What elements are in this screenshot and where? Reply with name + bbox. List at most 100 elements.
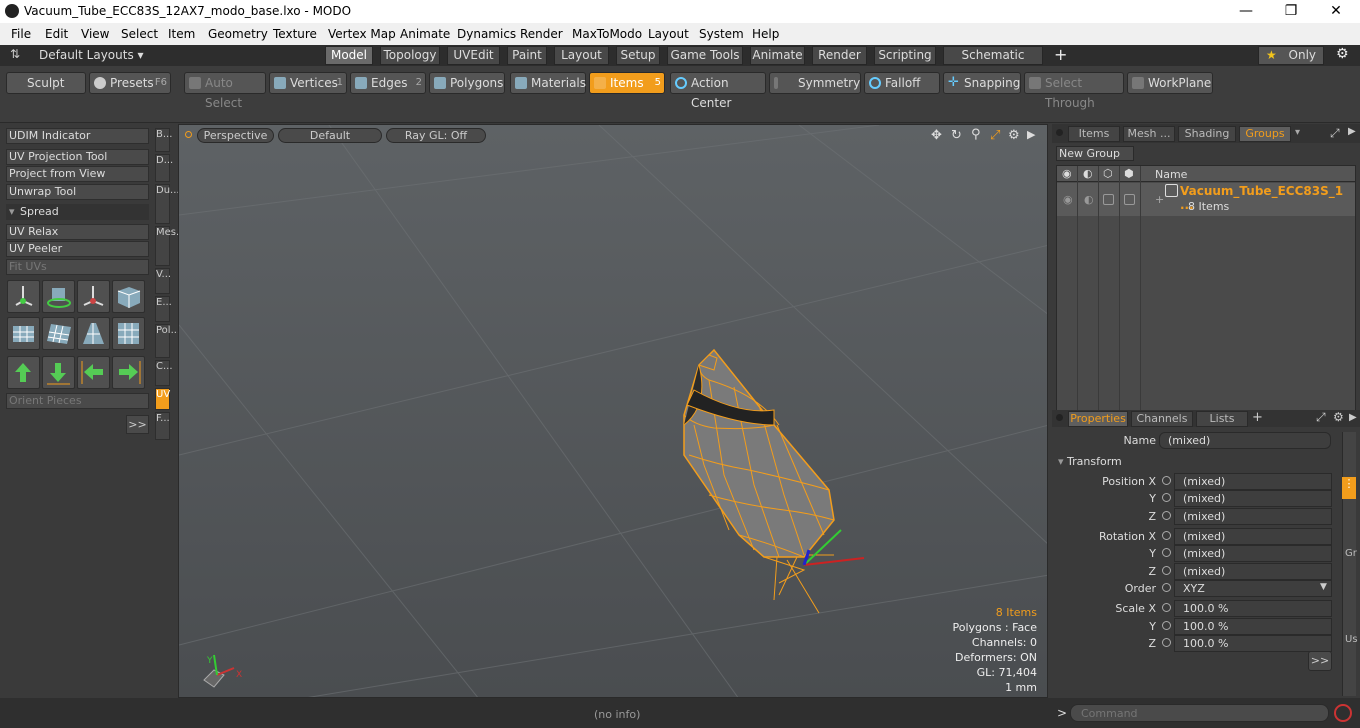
arrow-down-icon[interactable] [42, 356, 75, 389]
uv-move-icon[interactable] [77, 280, 110, 313]
maximize-button[interactable]: ❐ [1268, 0, 1314, 23]
select-through-button[interactable]: Select Through [1024, 72, 1124, 110]
uv-grid-icon[interactable] [42, 317, 75, 350]
menu-item[interactable]: Item [168, 27, 195, 41]
scale-x-key-icon[interactable] [1162, 603, 1171, 612]
order-dropdown[interactable]: XYZ [1174, 580, 1332, 597]
rotation-x-key-icon[interactable] [1162, 531, 1171, 540]
project-from-view-button[interactable]: Project from View [6, 166, 149, 182]
props-gear-icon[interactable]: ⚙ [1333, 410, 1344, 424]
vacuum-tube-model[interactable] [683, 348, 865, 614]
uv-spherical-icon[interactable] [112, 317, 145, 350]
uv-planar-icon[interactable] [77, 317, 110, 350]
minimize-button[interactable]: — [1223, 0, 1269, 23]
vertices-button[interactable]: Vertices 1 [269, 72, 347, 94]
menu-vertex-map[interactable]: Vertex Map [328, 27, 396, 41]
menu-edit[interactable]: Edit [45, 27, 68, 41]
menu-select[interactable]: Select [121, 27, 158, 41]
tab-lists[interactable]: Lists [1196, 411, 1248, 427]
position-y-field[interactable]: (mixed) [1174, 490, 1332, 507]
vtab-e[interactable]: E... [155, 296, 172, 322]
menu-dynamics[interactable]: Dynamics [457, 27, 516, 41]
tab-setup[interactable]: Setup [616, 46, 660, 65]
materials-button[interactable]: Materials [510, 72, 586, 94]
position-x-key-icon[interactable] [1162, 476, 1171, 485]
tab-topology[interactable]: Topology [380, 46, 440, 65]
props-side-tab-active[interactable]: ⋮ [1342, 477, 1356, 499]
menu-texture[interactable]: Texture [273, 27, 317, 41]
items-button[interactable]: Items 5 [589, 72, 665, 94]
tab-schematic-fusion[interactable]: Schematic Fusion [943, 46, 1043, 79]
default-layouts-dropdown[interactable]: Default Layouts ▾ [39, 48, 144, 62]
layout-arrow-icon[interactable]: ⇅ [10, 47, 20, 61]
uv-cylinder-icon[interactable] [7, 317, 40, 350]
sculpt-button[interactable]: Sculpt [6, 72, 86, 94]
rotation-z-field[interactable]: (mixed) [1174, 563, 1332, 580]
panel-maximize-icon[interactable]: ⤢ [1330, 126, 1340, 141]
gear-icon[interactable]: ⚙ [1336, 46, 1349, 62]
command-input[interactable] [1070, 704, 1329, 722]
uv-transform-icon[interactable] [7, 280, 40, 313]
uv-projection-tool-button[interactable]: UV Projection Tool [6, 149, 149, 165]
polygons-button[interactable]: Polygons [429, 72, 505, 94]
scale-y-field[interactable]: 100.0 % [1174, 618, 1332, 635]
menu-view[interactable]: View [81, 27, 109, 41]
props-maximize-icon[interactable]: ⤢ [1316, 410, 1326, 425]
row-select-checkbox[interactable] [1124, 194, 1135, 205]
rotate-view-icon[interactable]: ↻ [951, 128, 962, 143]
menu-render[interactable]: Render [520, 27, 563, 41]
menu-file[interactable]: File [11, 27, 31, 41]
vtab-pol[interactable]: Pol... [155, 324, 180, 358]
scale-z-field[interactable]: 100.0 % [1174, 635, 1332, 652]
scale-y-key-icon[interactable] [1162, 621, 1171, 630]
menu-help[interactable]: Help [752, 27, 779, 41]
zoom-view-icon[interactable]: ⚲ [971, 127, 981, 142]
panel-dot-icon[interactable] [1056, 129, 1063, 136]
rotation-y-key-icon[interactable] [1162, 548, 1171, 557]
vtab-du[interactable]: Du... [155, 184, 180, 224]
tab-mesh[interactable]: Mesh ... [1123, 126, 1175, 142]
falloff-button[interactable]: Falloff [864, 72, 940, 94]
expand-more-button[interactable]: >> [126, 415, 149, 434]
scale-z-key-icon[interactable] [1162, 638, 1171, 647]
menu-system[interactable]: System [699, 27, 744, 41]
close-button[interactable]: ✕ [1313, 0, 1359, 23]
tab-shading[interactable]: Shading [1178, 126, 1236, 142]
udim-indicator-button[interactable]: UDIM Indicator [6, 128, 149, 144]
unwrap-tool-button[interactable]: Unwrap Tool [6, 184, 149, 200]
rotation-z-key-icon[interactable] [1162, 566, 1171, 575]
row-render-checkbox[interactable] [1103, 194, 1114, 205]
menu-layout[interactable]: Layout [648, 27, 689, 41]
move-view-icon[interactable]: ✥ [931, 128, 942, 143]
position-z-key-icon[interactable] [1162, 511, 1171, 520]
tabs-dropdown-icon[interactable]: ▾ [1295, 127, 1300, 138]
viewport-gear-icon[interactable]: ⚙ [1008, 128, 1020, 143]
props-expand-icon[interactable]: ▶ [1349, 412, 1357, 423]
add-tab-icon[interactable]: + [1252, 410, 1263, 425]
name-field[interactable]: (mixed) [1159, 432, 1331, 449]
panel-expand-icon[interactable]: ▶ [1348, 126, 1356, 137]
record-macro-icon[interactable] [1334, 704, 1352, 722]
scale-x-field[interactable]: 100.0 % [1174, 600, 1332, 617]
only-toggle[interactable]: ★ Only [1258, 46, 1324, 65]
menu-animate[interactable]: Animate [400, 27, 450, 41]
expand-plus-icon[interactable]: + [1155, 193, 1164, 206]
rotation-y-field[interactable]: (mixed) [1174, 545, 1332, 562]
orient-pieces-button[interactable]: Orient Pieces [6, 393, 149, 409]
transform-section-header[interactable]: ▾ Transform [1058, 455, 1122, 468]
vtab-mes[interactable]: Mes... [155, 226, 186, 266]
spread-section-header[interactable]: ▾ Spread [6, 204, 149, 220]
fit-uvs-button[interactable]: Fit UVs [6, 259, 149, 275]
snapping-button[interactable]: ✛ Snapping [943, 72, 1021, 94]
uv-peeler-button[interactable]: UV Peeler [6, 241, 149, 257]
presets-button[interactable]: Presets F6 [89, 72, 171, 94]
tab-model[interactable]: Model [325, 46, 373, 65]
props-more-button[interactable]: >> [1308, 651, 1332, 671]
uv-relax-button[interactable]: UV Relax [6, 224, 149, 240]
vtab-d[interactable]: D... [155, 154, 173, 182]
symmetry-button[interactable]: Symmetry [769, 72, 861, 94]
tab-items[interactable]: Items [1068, 126, 1120, 142]
perspective-dropdown[interactable]: Perspective [197, 128, 274, 143]
tab-layout[interactable]: Layout [554, 46, 609, 65]
viewport-dot-icon[interactable] [185, 131, 192, 138]
